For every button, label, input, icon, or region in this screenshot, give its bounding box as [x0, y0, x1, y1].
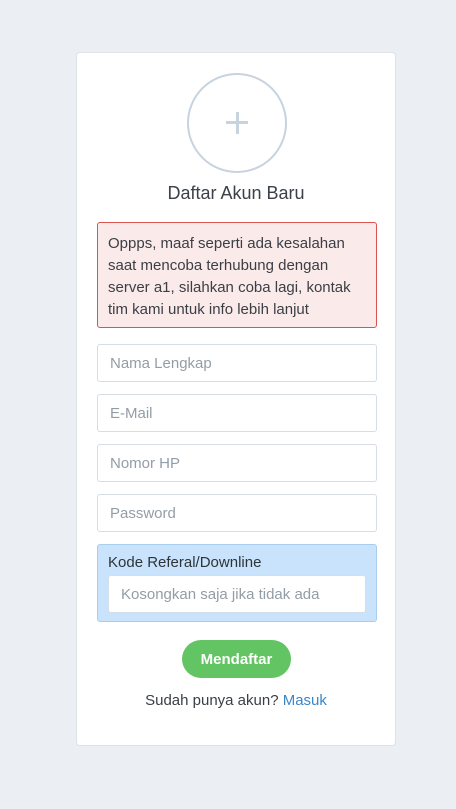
register-button[interactable]: Mendaftar	[182, 640, 291, 678]
register-card: Daftar Akun Baru Oppps, maaf seperti ada…	[76, 52, 396, 746]
login-link[interactable]: Masuk	[283, 692, 327, 709]
referral-section: Kode Referal/Downline	[97, 544, 377, 622]
form-title: Daftar Akun Baru	[167, 183, 305, 203]
email-field[interactable]	[97, 394, 377, 432]
avatar-upload[interactable]	[187, 73, 287, 173]
login-prompt-row: Sudah punya akun? Masuk	[77, 692, 395, 709]
full-name-field[interactable]	[97, 344, 377, 382]
phone-field[interactable]	[97, 444, 377, 482]
referral-label: Kode Referal/Downline	[108, 554, 262, 571]
password-field[interactable]	[97, 494, 377, 532]
referral-code-field[interactable]	[108, 575, 366, 613]
login-prompt-text: Sudah punya akun?	[145, 692, 279, 709]
error-alert: Oppps, maaf seperti ada kesalahan saat m…	[97, 222, 377, 328]
